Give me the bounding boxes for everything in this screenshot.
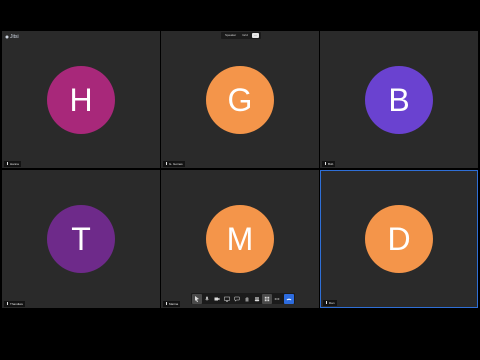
mic-muted-icon <box>166 162 167 165</box>
screen-share-icon <box>224 296 230 302</box>
participant-name: Bob <box>328 162 334 166</box>
participant-tile[interactable]: D Dan <box>320 170 478 308</box>
mic-muted-icon <box>325 162 326 165</box>
view-grid-button[interactable]: Grid <box>240 33 250 38</box>
participant-name-tag: Dan <box>323 300 337 306</box>
participant-name-tag: G. Gomes <box>163 161 185 167</box>
leave-call-icon <box>286 298 292 300</box>
call-toolbar <box>191 293 295 304</box>
mic-muted-icon <box>7 302 8 305</box>
participants-button[interactable] <box>252 294 262 304</box>
participant-avatar: G <box>206 65 274 134</box>
participant-name-tag: Thandiwe <box>4 301 26 307</box>
participant-tile[interactable]: G G. Gomes <box>161 31 319 168</box>
screen-share-button[interactable] <box>222 294 232 304</box>
tile-view-button[interactable] <box>262 293 272 304</box>
raise-hand-button[interactable] <box>242 294 252 304</box>
logo-icon <box>5 35 9 38</box>
mic-muted-icon <box>166 302 167 305</box>
participant-avatar: B <box>365 65 433 134</box>
participant-tile[interactable]: T Thandiwe <box>2 170 160 308</box>
participant-tile[interactable]: B Bob <box>320 31 478 168</box>
participant-name-tag: Hanna <box>4 161 21 167</box>
chat-icon <box>234 296 240 302</box>
participant-tile[interactable]: M Marina <box>161 170 319 308</box>
pointer-icon <box>195 295 199 302</box>
participant-name: G. Gomes <box>169 162 183 166</box>
participant-name-tag: Bob <box>322 161 336 167</box>
more-icon <box>274 297 280 300</box>
brand-label: Jitsi <box>10 34 19 40</box>
mic-muted-icon <box>326 301 327 304</box>
chat-button[interactable] <box>232 294 242 304</box>
raise-hand-icon <box>245 296 249 301</box>
camera-icon <box>214 297 220 300</box>
participant-avatar: T <box>47 205 115 273</box>
participant-name: Thandiwe <box>10 302 24 306</box>
mic-muted-icon <box>7 162 8 165</box>
participant-avatar: D <box>365 205 433 273</box>
leave-call-button[interactable] <box>284 293 294 304</box>
participant-avatar: H <box>47 65 115 134</box>
participants-icon <box>254 296 260 301</box>
tile-view-icon <box>264 296 270 301</box>
mic-button[interactable] <box>202 294 212 304</box>
participant-tile[interactable]: H Hanna <box>2 31 160 168</box>
brand-logo: Jitsi <box>5 34 19 40</box>
participant-name: Hanna <box>10 162 19 166</box>
participant-avatar: M <box>206 205 274 273</box>
camera-button[interactable] <box>212 294 222 304</box>
view-switcher[interactable]: Speaker Grid ⋯ <box>221 32 261 39</box>
pointer-button[interactable] <box>192 293 202 304</box>
participant-name: Dan <box>329 301 335 305</box>
more-button[interactable] <box>272 294 282 304</box>
participant-name: Marina <box>169 302 179 306</box>
participant-name-tag: Marina <box>163 301 181 307</box>
view-speaker-button[interactable]: Speaker <box>223 33 238 38</box>
mic-icon <box>205 296 209 300</box>
view-more-button[interactable]: ⋯ <box>251 33 259 38</box>
